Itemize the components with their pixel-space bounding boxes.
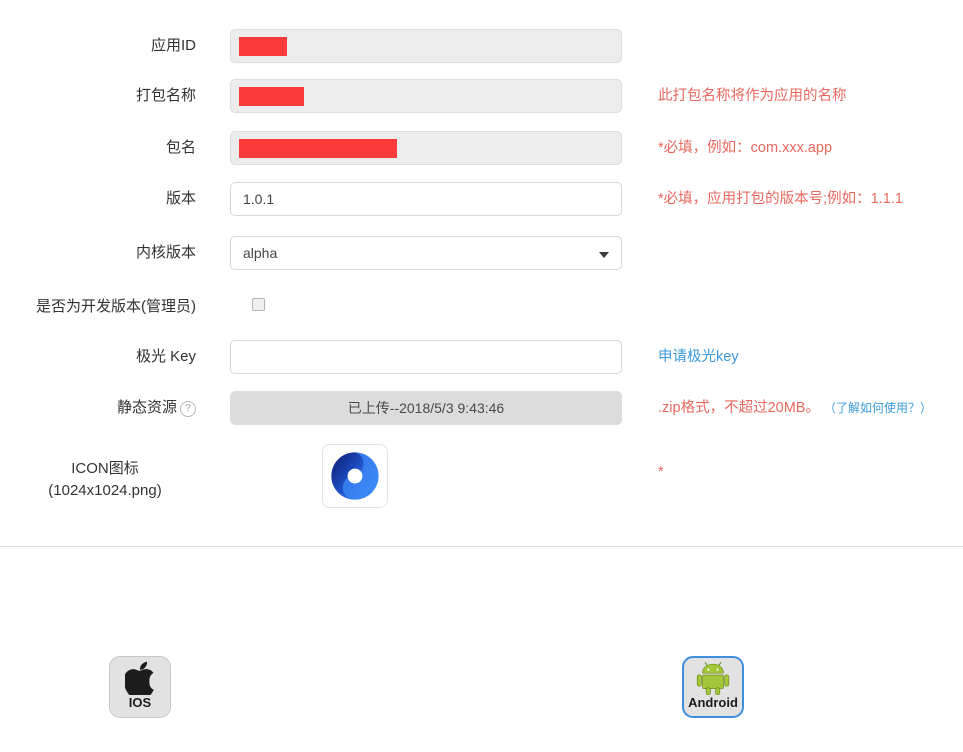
input-version[interactable]: 1.0.1 — [230, 182, 622, 216]
label-jiguang-key: 极光 Key — [135, 348, 196, 365]
apply-jiguang-key-link[interactable]: 申请极光key — [658, 349, 739, 365]
redaction-bar — [239, 87, 304, 106]
label-static-resource: 静态资源? — [0, 391, 196, 425]
hint-package-name: *必填，例如：com.xxx.app — [658, 140, 833, 156]
input-package-name[interactable] — [230, 131, 622, 165]
app-package-form: 应用ID 打包名称 此打包名称将作为应用的名称 包名 *必填，例如：com.xx… — [0, 0, 963, 546]
form-row-package-display-name: 打包名称 此打包名称将作为应用的名称 — [0, 79, 963, 113]
label-app-id: 应用ID — [150, 37, 196, 54]
input-package-display-name[interactable] — [230, 79, 622, 113]
hint-version: *必填，应用打包的版本号;例如：1.1.1 — [658, 191, 903, 207]
platform-tile-android[interactable]: Android — [682, 656, 744, 718]
form-row-app-icon: ICON图标 (1024x1024.png) * — [0, 458, 963, 518]
checkbox-dev-build[interactable] — [252, 298, 265, 311]
label-version: 版本 — [165, 190, 196, 207]
question-circle-icon[interactable]: ? — [180, 401, 196, 417]
form-row-dev-build: 是否为开发版本(管理员) — [0, 290, 963, 324]
required-mark-app-icon: * — [658, 464, 664, 480]
label-app-icon-line2: (1024x1024.png) — [48, 482, 162, 499]
section-divider — [0, 546, 963, 547]
label-kernel-version: 内核版本 — [135, 244, 196, 261]
label-package-display-name: 打包名称 — [135, 87, 196, 104]
select-kernel-version[interactable]: alpha — [230, 236, 622, 270]
input-jiguang-key[interactable] — [230, 340, 622, 374]
chevron-down-icon — [599, 252, 609, 258]
form-row-package-name: 包名 *必填，例如：com.xxx.app — [0, 131, 963, 165]
platform-label-ios: IOS — [128, 695, 152, 710]
hint-static-resource-text: .zip格式，不超过20MB。 — [658, 400, 820, 416]
label-app-icon-line1: ICON图标 — [71, 460, 139, 477]
platform-tile-ios[interactable]: IOS — [109, 656, 171, 718]
app-icon-swirl-icon — [331, 452, 379, 500]
label-package-name: 包名 — [165, 139, 196, 156]
android-icon — [696, 662, 730, 695]
form-row-app-id: 应用ID — [0, 29, 963, 63]
hint-package-display-name: 此打包名称将作为应用的名称 — [658, 88, 847, 104]
label-dev-build: 是否为开发版本(管理员) — [36, 298, 196, 315]
form-row-kernel-version: 内核版本 alpha — [0, 236, 963, 270]
apple-icon — [125, 661, 154, 695]
static-resource-help-link[interactable]: （了解如何使用？） — [824, 401, 932, 415]
label-static-resource-text: 静态资源 — [116, 399, 177, 416]
hint-static-resource: .zip格式，不超过20MB。 （了解如何使用？） — [658, 391, 932, 425]
label-app-icon: ICON图标 (1024x1024.png) — [0, 458, 210, 502]
select-kernel-version-value: alpha — [243, 245, 278, 261]
redaction-bar — [239, 37, 287, 56]
platform-label-android: Android — [688, 695, 738, 710]
input-app-id[interactable] — [230, 29, 622, 63]
app-icon-preview[interactable] — [322, 444, 388, 508]
redaction-bar — [239, 139, 397, 158]
form-row-static-resource: 静态资源? 已上传--2018/5/3 9:43:46 .zip格式，不超过20… — [0, 391, 963, 425]
hint-jiguang-key: 申请极光key — [658, 340, 739, 374]
form-row-version: 版本 1.0.1 *必填，应用打包的版本号;例如：1.1.1 — [0, 182, 963, 216]
upload-static-resource-button[interactable]: 已上传--2018/5/3 9:43:46 — [230, 391, 622, 425]
form-row-jiguang-key: 极光 Key 申请极光key — [0, 340, 963, 374]
